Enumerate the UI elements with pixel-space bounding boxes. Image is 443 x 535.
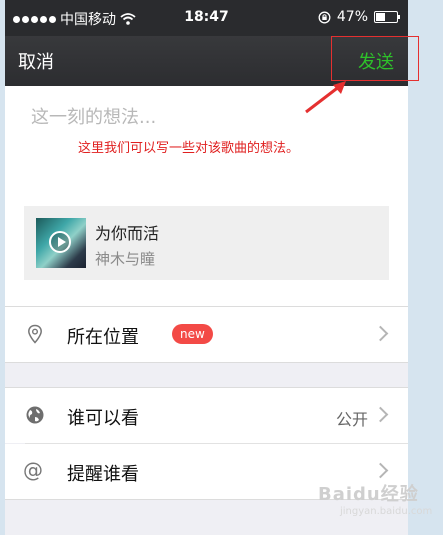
remind-label: 提醒谁看 xyxy=(67,464,139,485)
visibility-value: 公开 xyxy=(335,410,368,429)
divider xyxy=(5,362,408,363)
status-right: 47% xyxy=(318,9,400,25)
cancel-button[interactable]: 取消 xyxy=(18,48,54,74)
battery-percent: 47% xyxy=(336,9,368,25)
chevron-right-icon xyxy=(372,325,389,342)
visibility-label: 谁可以看 xyxy=(67,408,139,429)
at-icon: @ xyxy=(23,458,43,482)
annotation-arrow-icon xyxy=(305,81,346,114)
new-badge: new xyxy=(172,324,213,344)
song-title: 为你而活 xyxy=(95,224,160,243)
chevron-right-icon xyxy=(372,406,389,423)
music-card[interactable]: 为你而活 神木与瞳 xyxy=(24,206,389,280)
globe-icon xyxy=(26,406,44,424)
chevron-right-icon xyxy=(372,462,389,479)
location-label: 所在位置 xyxy=(67,327,139,348)
annotation-text: 这里我们可以写一些对该歌曲的想法。 xyxy=(78,141,300,156)
annotation-highlight-box xyxy=(331,36,419,81)
song-artist: 神木与瞳 xyxy=(95,250,156,268)
status-bar: 中国移动 18:47 47% xyxy=(5,0,408,36)
location-row[interactable]: 所在位置 new xyxy=(5,307,408,362)
watermark-logo: Baidu经验 xyxy=(318,484,419,505)
battery-fill xyxy=(376,13,386,21)
play-icon[interactable] xyxy=(49,231,71,253)
visibility-row[interactable]: 谁可以看 公开 xyxy=(5,388,408,443)
location-pin-icon xyxy=(28,324,42,344)
watermark-url: jingyan.baidu.com xyxy=(340,506,433,517)
album-cover xyxy=(36,218,86,268)
battery-icon xyxy=(374,11,400,23)
rotation-lock-icon xyxy=(318,11,331,23)
